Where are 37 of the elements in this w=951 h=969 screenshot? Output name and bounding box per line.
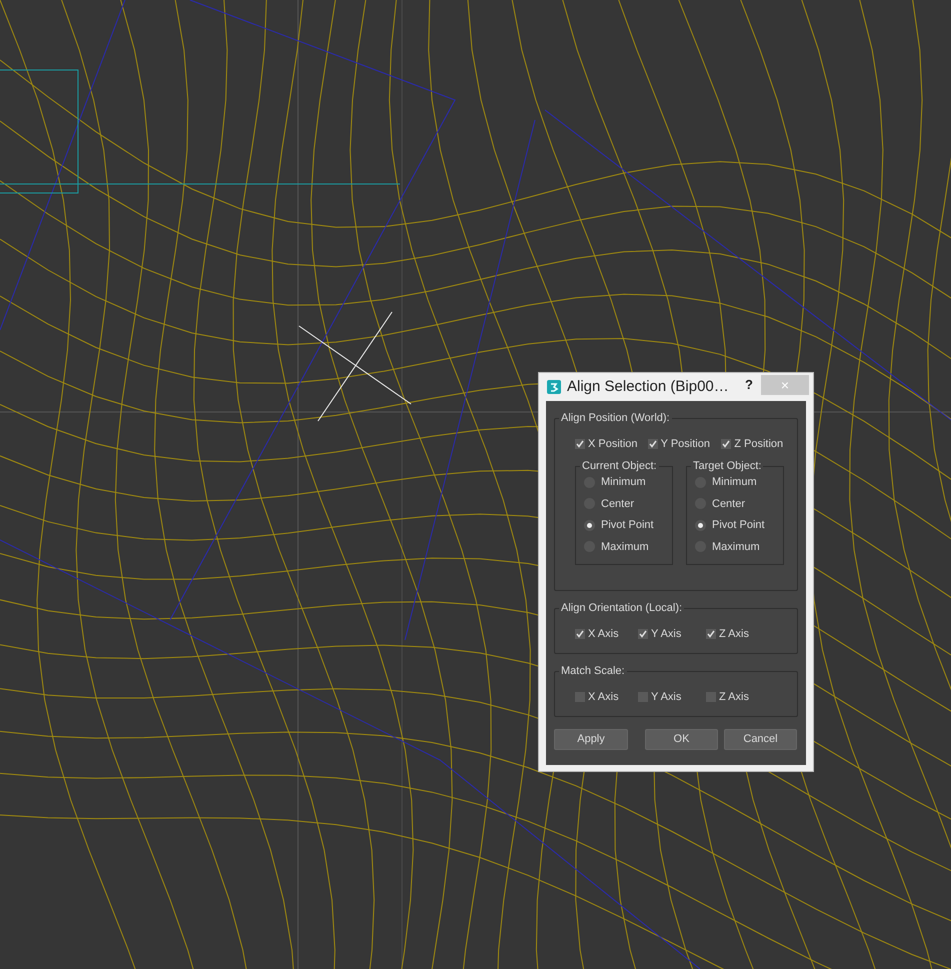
radio-label: Maximum [601, 540, 649, 554]
radio-button[interactable] [584, 520, 595, 531]
apply-button[interactable]: Apply [554, 729, 628, 750]
radio-label: Minimum [712, 475, 757, 490]
checkbox[interactable] [575, 629, 585, 640]
radio-label: Maximum [712, 540, 760, 554]
checkbox[interactable] [638, 629, 648, 640]
help-button[interactable]: ? [745, 375, 753, 394]
checkbox-label: Z Axis [719, 690, 749, 705]
checkbox[interactable] [721, 439, 732, 450]
group-label: Match Scale: [560, 666, 626, 677]
radio-label: Center [601, 496, 634, 512]
pivot-cross-icon [298, 312, 412, 422]
group-label: Align Orientation (Local): [560, 603, 684, 614]
checkbox[interactable] [575, 439, 585, 450]
checkbox-label: Y Axis [651, 690, 682, 705]
checkbox-label: Z Position [734, 437, 784, 452]
group-label: Target Object: [692, 460, 762, 472]
radio-label: Minimum [601, 475, 646, 490]
checkbox-label: Y Position [660, 437, 710, 452]
group-label: Align Position (World): [560, 413, 671, 424]
app-logo-icon [547, 380, 561, 394]
checkbox[interactable] [706, 629, 716, 640]
window-title: Align Selection (Bip00… [567, 376, 729, 397]
group-label: Current Object: [581, 460, 658, 472]
radio-button[interactable] [695, 520, 706, 531]
checkbox-label: Y Axis [651, 627, 682, 642]
dialog-button[interactable]: OK [645, 729, 718, 750]
radio-label: Pivot Point [712, 518, 765, 533]
radio-label: Center [712, 496, 746, 512]
dialog-button[interactable]: Cancel [724, 729, 797, 750]
checkbox[interactable] [648, 439, 658, 450]
checkbox-label: Z Axis [719, 627, 749, 642]
checkbox-label: X Position [588, 437, 638, 452]
checkbox-label: X Axis [588, 690, 619, 705]
radio-label: Pivot Point [601, 518, 654, 533]
checkbox-label: X Axis [588, 627, 619, 642]
